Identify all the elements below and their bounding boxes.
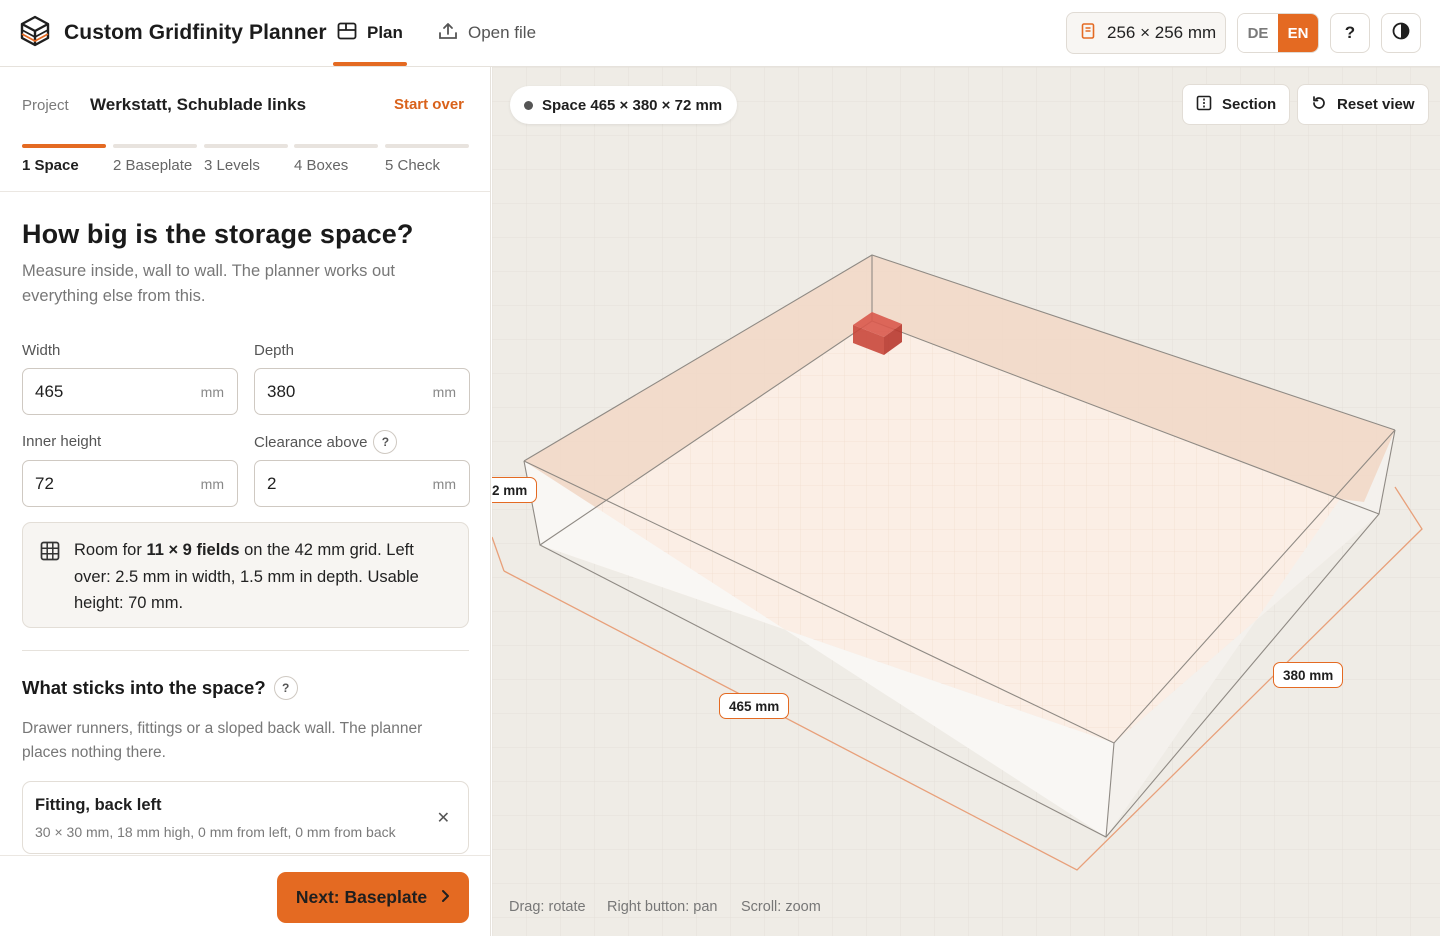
width-dimension-tag: 465 mm — [719, 693, 790, 719]
depth-field[interactable]: 380 mm — [254, 368, 470, 415]
width-label: Width — [22, 342, 61, 359]
step-label: 1 Space — [22, 157, 79, 174]
clearance-value[interactable]: 2 — [267, 474, 276, 494]
lang-de-button[interactable]: DE — [1238, 14, 1278, 52]
clearance-field[interactable]: 2 mm — [254, 460, 470, 507]
space-dimensions-label: Space 465 × 380 × 72 mm — [542, 96, 723, 114]
obstacles-heading: What sticks into the space? ? — [22, 676, 298, 700]
step-label: 2 Baseplate — [113, 157, 193, 174]
remove-obstacle-icon[interactable]: ✕ — [437, 808, 450, 828]
depth-dimension-tag: 380 mm — [1273, 662, 1344, 688]
unit-label: mm — [200, 384, 224, 400]
lang-en-button[interactable]: EN — [1278, 14, 1318, 52]
step-progress: 1 Space 2 Baseplate 3 Levels 4 Boxes 5 C… — [22, 144, 469, 184]
reset-view-label: Reset view — [1337, 96, 1415, 113]
step-levels[interactable]: 3 Levels — [204, 144, 288, 174]
height-dimension-tag: 2 mm — [492, 477, 538, 503]
width-value[interactable]: 465 — [35, 382, 63, 402]
layout-icon — [337, 22, 357, 45]
3d-viewport[interactable]: Space 465 × 380 × 72 mm Section Reset vi… — [492, 67, 1440, 936]
step-label: 4 Boxes — [294, 157, 349, 174]
nav-open-file-label: Open file — [468, 23, 537, 42]
top-bar: Custom Gridfinity Planner Plan Open file… — [0, 0, 1440, 67]
project-name[interactable]: Werkstatt, Schublade links — [90, 95, 306, 115]
nav-plan[interactable]: Plan — [337, 18, 403, 48]
project-label: Project — [22, 97, 69, 114]
depth-label: Depth — [254, 342, 295, 359]
inner-height-value[interactable]: 72 — [35, 474, 54, 494]
step-bar — [113, 144, 197, 148]
app-title: Custom Gridfinity Planner — [64, 21, 327, 44]
divider — [0, 191, 490, 192]
next-button-label: Next: Baseplate — [295, 887, 428, 907]
brand: Custom Gridfinity Planner — [20, 15, 327, 52]
contrast-icon — [1392, 22, 1410, 45]
start-over-link[interactable]: Start over — [394, 96, 464, 113]
help-button[interactable]: ? — [1330, 13, 1370, 53]
hint-zoom: Scroll: zoom — [741, 899, 821, 915]
step-bar — [22, 144, 106, 148]
space-dimensions-pill: Space 465 × 380 × 72 mm — [510, 86, 738, 124]
step-check[interactable]: 5 Check — [385, 144, 469, 174]
clearance-label: Clearance above ? — [254, 430, 398, 454]
depth-value[interactable]: 380 — [267, 382, 295, 402]
section-icon — [1196, 95, 1212, 115]
grid-size-chip[interactable]: 256 × 256 mm — [1066, 12, 1226, 54]
nav-active-indicator — [333, 62, 407, 66]
clearance-help-icon[interactable]: ? — [373, 430, 398, 454]
reset-icon — [1311, 95, 1327, 115]
unit-label: mm — [432, 476, 456, 492]
section-subtitle: Measure inside, wall to wall. The planne… — [22, 262, 395, 305]
hint-rotate: Drag: rotate — [509, 899, 586, 915]
section-label: Section — [1222, 96, 1277, 113]
obstacle-description: 30 × 30 mm, 18 mm high, 0 mm from left, … — [35, 824, 396, 840]
inner-height-label: Inner height — [22, 433, 102, 450]
divider — [22, 650, 469, 651]
obstacle-title: Fitting, back left — [35, 796, 162, 814]
unit-label: mm — [200, 476, 224, 492]
obstacles-help-icon[interactable]: ? — [273, 676, 298, 700]
unit-label: mm — [432, 384, 456, 400]
step-label: 5 Check — [385, 157, 441, 174]
step-label: 3 Levels — [204, 157, 260, 174]
panel-footer: Next: Baseplate — [0, 855, 490, 936]
step-bar — [204, 144, 288, 148]
theme-toggle-button[interactable] — [1381, 13, 1421, 53]
language-switch: DE EN — [1237, 13, 1319, 53]
nav-open-file[interactable]: Open file — [438, 18, 536, 48]
step-bar — [294, 144, 378, 148]
grid-fit-summary: Room for 11 × 9 fields on the 42 mm grid… — [22, 522, 469, 628]
project-row: Project Werkstatt, Schublade links Start… — [22, 95, 464, 117]
upload-icon — [438, 22, 458, 45]
section-button[interactable]: Section — [1182, 84, 1291, 125]
chevron-right-icon — [441, 887, 450, 908]
width-field[interactable]: 465 mm — [22, 368, 238, 415]
obstacle-item[interactable]: Fitting, back left 30 × 30 mm, 18 mm hig… — [22, 781, 469, 854]
step-boxes[interactable]: 4 Boxes — [294, 144, 378, 174]
3d-scene[interactable] — [492, 67, 1440, 936]
status-dot — [524, 100, 533, 110]
reset-view-button[interactable]: Reset view — [1297, 84, 1429, 125]
gridfinity-logo-icon — [20, 15, 50, 52]
step-baseplate[interactable]: 2 Baseplate — [113, 144, 197, 174]
next-baseplate-button[interactable]: Next: Baseplate — [277, 872, 469, 923]
hint-pan: Right button: pan — [607, 899, 718, 915]
inner-height-field[interactable]: 72 mm — [22, 460, 238, 507]
grid-fit-text: Room for 11 × 9 fields on the 42 mm grid… — [74, 541, 419, 612]
planner-panel: Project Werkstatt, Schublade links Start… — [0, 67, 491, 936]
grid-icon — [40, 541, 60, 566]
step-bar — [385, 144, 469, 148]
section-heading: How big is the storage space? — [22, 219, 414, 249]
nav-plan-label: Plan — [367, 23, 403, 42]
bookmark-icon — [1081, 22, 1095, 44]
obstacles-subtitle: Drawer runners, fittings or a sloped bac… — [22, 720, 423, 761]
step-space[interactable]: 1 Space — [22, 144, 106, 174]
grid-size-label: 256 × 256 mm — [1107, 23, 1217, 42]
